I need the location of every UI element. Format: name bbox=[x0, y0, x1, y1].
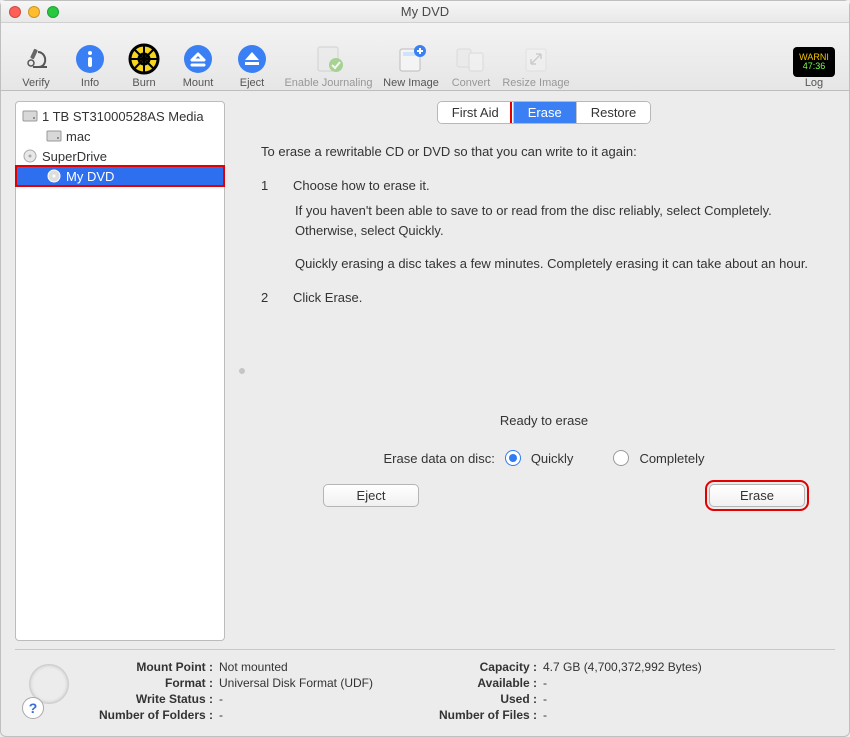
meta-left: Mount Point : Not mounted Format : Univers… bbox=[83, 660, 413, 722]
meta-key: Used : bbox=[427, 692, 537, 706]
tab-restore[interactable]: Restore bbox=[576, 102, 651, 123]
eject-action-button[interactable]: Eject bbox=[323, 484, 419, 507]
sidebar[interactable]: 1 TB ST31000528AS Media mac SuperDrive M… bbox=[15, 101, 225, 641]
radio-completely[interactable] bbox=[613, 450, 629, 466]
meta-right: Capacity : 4.7 GB (4,700,372,992 Bytes) A… bbox=[427, 660, 702, 722]
tab-label: Restore bbox=[591, 105, 637, 120]
tab-bar: First Aid Erase Restore bbox=[437, 101, 651, 124]
meta-key: Number of Folders : bbox=[83, 708, 213, 722]
step-text: Choose how to erase it. bbox=[293, 176, 430, 196]
window-title: My DVD bbox=[1, 4, 849, 19]
tab-first-aid[interactable]: First Aid bbox=[438, 102, 513, 123]
toolbar-label: Resize Image bbox=[502, 77, 569, 89]
toolbar-label: Verify bbox=[22, 77, 50, 89]
meta-value: Not mounted bbox=[219, 660, 413, 674]
meta-value: - bbox=[543, 692, 702, 706]
erase-action-button[interactable]: Erase bbox=[709, 484, 805, 507]
radio-quickly[interactable] bbox=[505, 450, 521, 466]
meta-value: - bbox=[219, 692, 413, 706]
radio-label: Completely bbox=[639, 451, 704, 466]
hdd-icon bbox=[22, 108, 38, 124]
sidebar-item-superdrive[interactable]: SuperDrive bbox=[16, 146, 224, 166]
instructions: To erase a rewritable CD or DVD so that … bbox=[253, 124, 835, 313]
toolbar-label: New Image bbox=[383, 77, 439, 89]
meta-key: Mount Point : bbox=[83, 660, 213, 674]
toolbar-label: Mount bbox=[183, 77, 214, 89]
burn-button[interactable]: Burn bbox=[119, 29, 169, 89]
sidebar-item-media[interactable]: 1 TB ST31000528AS Media bbox=[16, 106, 224, 126]
meta-value: - bbox=[543, 708, 702, 722]
toolbar-label: Eject bbox=[240, 77, 264, 89]
titlebar: My DVD bbox=[1, 1, 849, 23]
sidebar-label: My DVD bbox=[66, 169, 114, 184]
toolbar-label: Convert bbox=[452, 77, 491, 89]
meta-key: Format : bbox=[83, 676, 213, 690]
verify-button[interactable]: Verify bbox=[11, 29, 61, 89]
step-number: 1 bbox=[261, 176, 273, 196]
enable-journaling-button: Enable Journaling bbox=[281, 29, 376, 89]
resize-image-button: Resize Image bbox=[500, 29, 572, 89]
toolbar-label: Info bbox=[81, 77, 99, 89]
sidebar-item-volume[interactable]: mac bbox=[16, 126, 224, 146]
disc-icon bbox=[46, 168, 62, 184]
microscope-icon bbox=[18, 41, 54, 77]
meta-value: 4.7 GB (4,700,372,992 Bytes) bbox=[543, 660, 702, 674]
toolbar-label: Enable Journaling bbox=[284, 77, 372, 89]
content: 1 TB ST31000528AS Media mac SuperDrive M… bbox=[1, 91, 849, 736]
meta-key: Write Status : bbox=[83, 692, 213, 706]
erase-mode-label: Erase data on disc: bbox=[384, 451, 495, 466]
meta-value: - bbox=[219, 708, 413, 722]
sidebar-label: 1 TB ST31000528AS Media bbox=[42, 109, 204, 124]
log-icon: WARNI 47:36 bbox=[793, 47, 835, 77]
toolbar: Verify Info Burn Mount Eject bbox=[1, 23, 849, 91]
toolbar-label: Log bbox=[805, 77, 823, 89]
new-image-icon bbox=[393, 41, 429, 77]
eject-button[interactable]: Eject bbox=[227, 29, 277, 89]
ready-label: Ready to erase bbox=[253, 413, 835, 428]
step-detail: If you haven't been able to save to or r… bbox=[295, 201, 827, 240]
intro-text: To erase a rewritable CD or DVD so that … bbox=[261, 142, 827, 162]
meta-key: Capacity : bbox=[427, 660, 537, 674]
tab-label: First Aid bbox=[452, 105, 499, 120]
toolbar-label: Burn bbox=[132, 77, 155, 89]
burn-icon bbox=[126, 41, 162, 77]
meta-value: - bbox=[543, 676, 702, 690]
sidebar-label: SuperDrive bbox=[42, 149, 107, 164]
meta-value: Universal Disk Format (UDF) bbox=[219, 676, 413, 690]
step-text: Click Erase. bbox=[293, 288, 362, 308]
log-button[interactable]: WARNI 47:36 Log bbox=[789, 29, 839, 89]
eject-icon bbox=[234, 41, 270, 77]
sidebar-item-mydvd[interactable]: My DVD bbox=[16, 166, 224, 186]
meta-key: Number of Files : bbox=[427, 708, 537, 722]
help-label: ? bbox=[29, 700, 38, 716]
footer-info: Mount Point : Not mounted Format : Univers… bbox=[15, 649, 835, 728]
button-label: Eject bbox=[357, 488, 386, 503]
erase-controls: Ready to erase Erase data on disc: Quick… bbox=[253, 413, 835, 507]
journaling-icon bbox=[311, 41, 347, 77]
convert-button: Convert bbox=[446, 29, 496, 89]
info-icon bbox=[72, 41, 108, 77]
log-line: 47:36 bbox=[803, 62, 826, 71]
hdd-icon bbox=[46, 128, 62, 144]
radio-label: Quickly bbox=[531, 451, 574, 466]
window: My DVD Verify Info Burn Mount bbox=[0, 0, 850, 737]
sidebar-resize-handle[interactable] bbox=[239, 368, 245, 374]
new-image-button[interactable]: New Image bbox=[380, 29, 442, 89]
mount-icon bbox=[180, 41, 216, 77]
info-button[interactable]: Info bbox=[65, 29, 115, 89]
tab-erase[interactable]: Erase bbox=[513, 102, 576, 123]
button-label: Erase bbox=[740, 488, 774, 503]
sidebar-label: mac bbox=[66, 129, 91, 144]
tab-label: Erase bbox=[528, 105, 562, 120]
mount-button[interactable]: Mount bbox=[173, 29, 223, 89]
main-panel: First Aid Erase Restore To erase a rewri… bbox=[253, 101, 835, 641]
convert-icon bbox=[453, 41, 489, 77]
optical-drive-icon bbox=[22, 148, 38, 164]
meta-key: Available : bbox=[427, 676, 537, 690]
step-detail: Quickly erasing a disc takes a few minut… bbox=[295, 254, 827, 274]
step-number: 2 bbox=[261, 288, 273, 308]
help-button[interactable]: ? bbox=[22, 697, 44, 719]
resize-icon bbox=[518, 41, 554, 77]
